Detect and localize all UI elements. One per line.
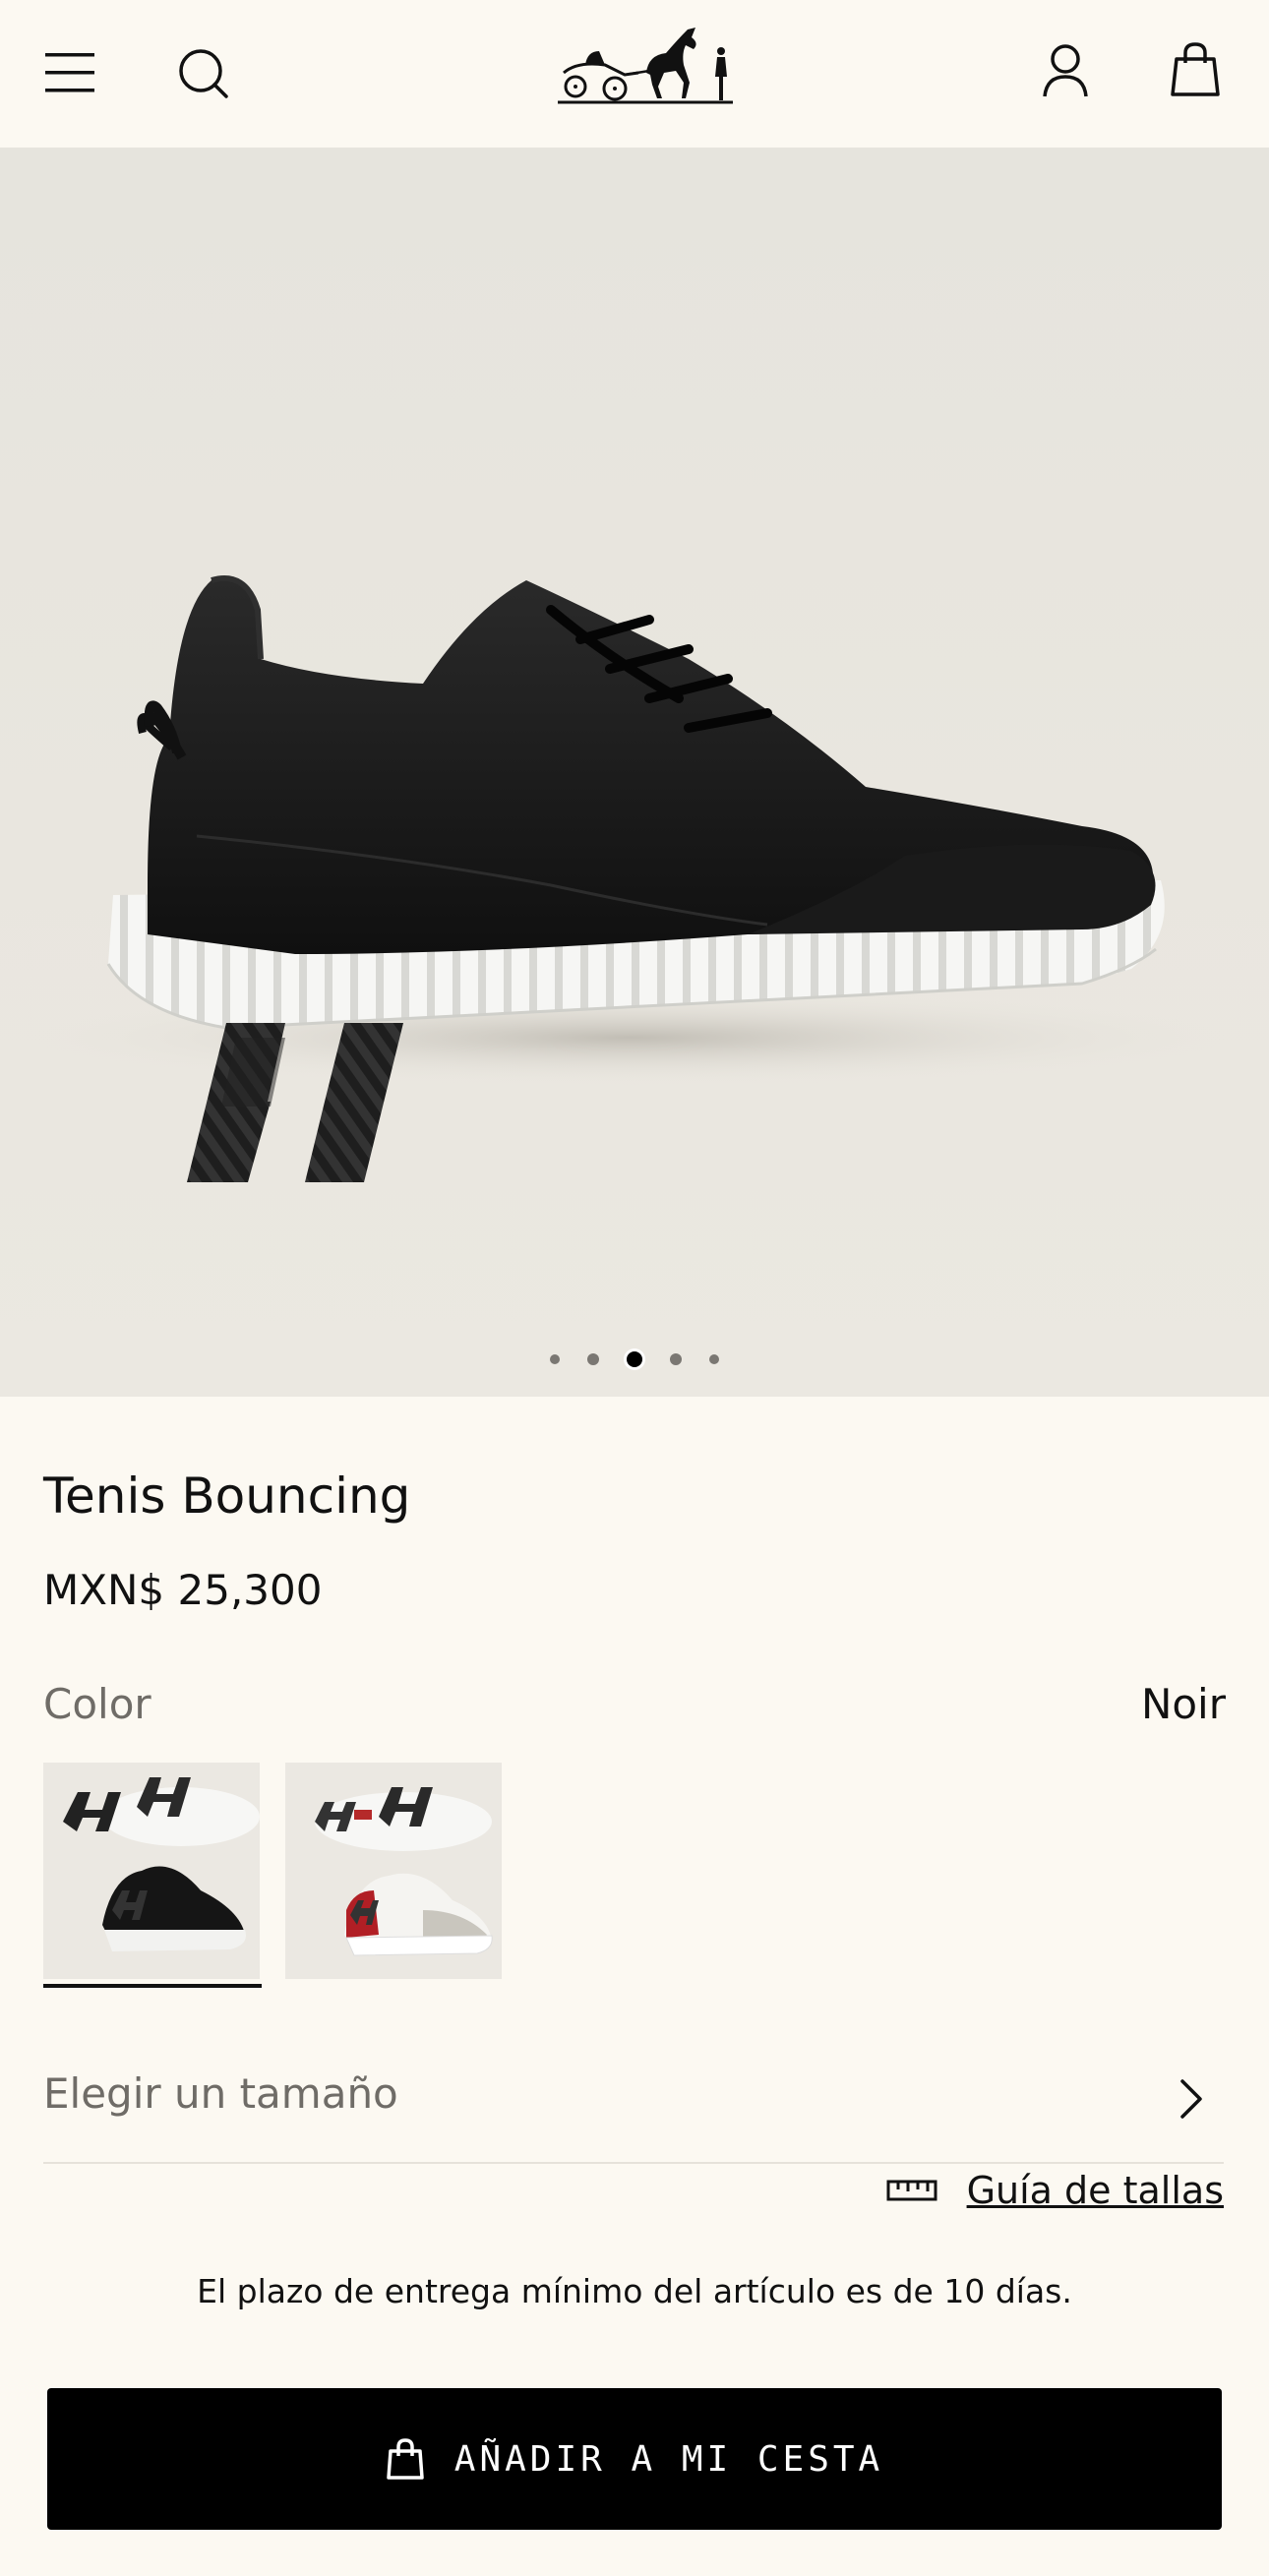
- color-swatch-noir[interactable]: [43, 1763, 260, 1979]
- delivery-note: El plazo de entrega mínimo del artículo …: [197, 2272, 1072, 2310]
- gallery-dot[interactable]: [670, 1353, 682, 1365]
- product-image: [30, 575, 1230, 1182]
- size-placeholder: Elegir un tamaño: [43, 2069, 398, 2118]
- product-image-gallery[interactable]: [0, 148, 1269, 1397]
- product-title: Tenis Bouncing: [43, 1468, 411, 1525]
- gallery-dot[interactable]: [550, 1354, 560, 1364]
- gallery-dot-active[interactable]: [627, 1351, 642, 1367]
- search-icon[interactable]: [177, 47, 232, 102]
- swatch-selected-indicator: [43, 1984, 262, 1988]
- size-guide-label: Guía de tallas: [966, 2169, 1224, 2212]
- top-navigation-bar: [0, 0, 1269, 148]
- gallery-dot[interactable]: [587, 1353, 599, 1365]
- carriage-logo-icon[interactable]: [556, 22, 735, 108]
- white-red-sneaker-thumbnail: [315, 1787, 493, 1956]
- selected-color: Noir: [1140, 1680, 1226, 1728]
- add-to-cart-button[interactable]: AÑADIR A MI CESTA: [47, 2388, 1222, 2530]
- menu-icon[interactable]: [43, 47, 98, 98]
- chevron-right-icon: [1180, 2079, 1202, 2119]
- add-to-cart-label: AÑADIR A MI CESTA: [453, 2438, 884, 2480]
- size-guide-link[interactable]: Guía de tallas: [886, 2166, 1224, 2215]
- product-price: MXN$ 25,300: [43, 1566, 323, 1614]
- gallery-dot[interactable]: [709, 1354, 719, 1364]
- shopping-bag-icon[interactable]: [1169, 41, 1222, 98]
- black-sneaker-thumbnail: [63, 1777, 260, 1951]
- user-icon[interactable]: [1041, 43, 1090, 98]
- color-swatch-blanc-rouge[interactable]: [285, 1763, 502, 1979]
- ruler-icon: [886, 2180, 937, 2201]
- size-selector[interactable]: Elegir un tamaño: [43, 2050, 1224, 2164]
- gallery-pagination: [0, 1349, 1269, 1369]
- color-label: Color: [43, 1680, 151, 1728]
- shopping-bag-icon: [387, 2438, 424, 2480]
